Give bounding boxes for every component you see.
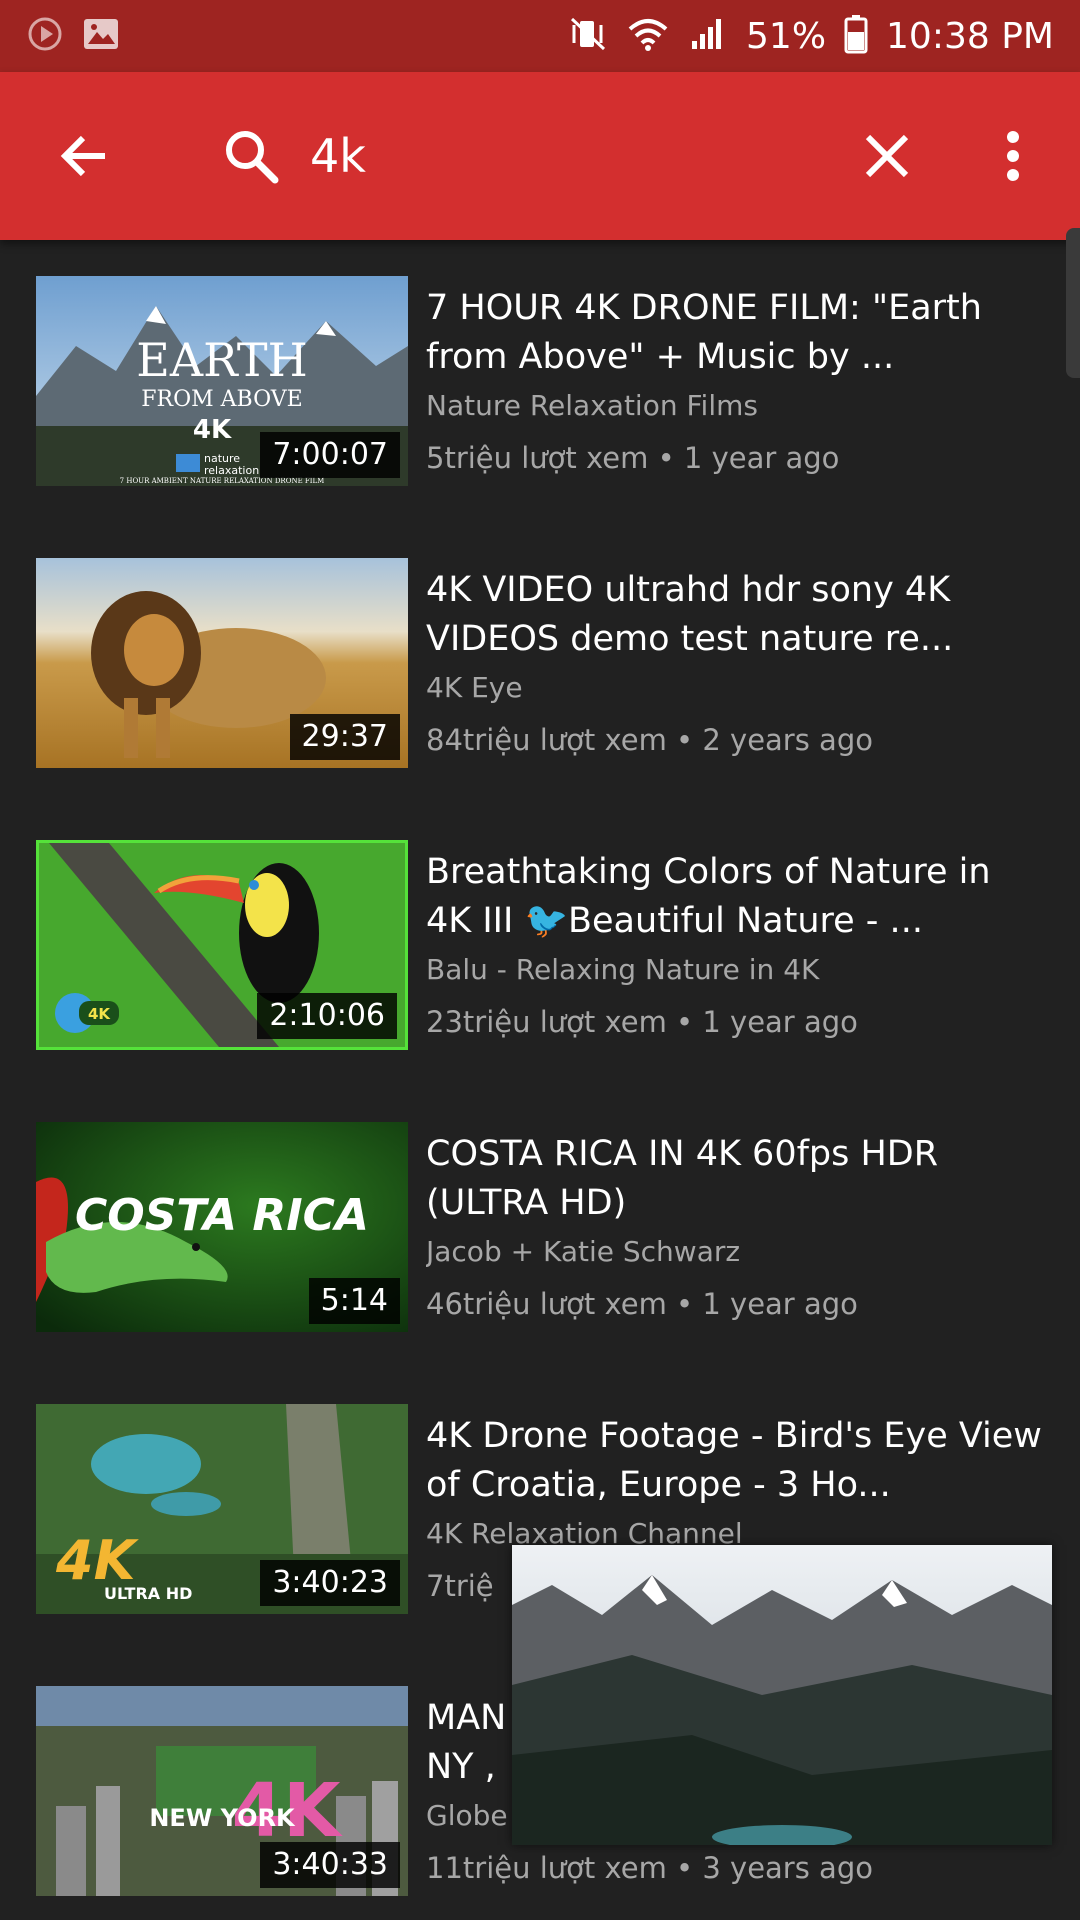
- video-result[interactable]: 4K 2:10:06 Breathtaking Colors of Nature…: [0, 840, 1080, 1050]
- play-circle-icon: [26, 15, 64, 57]
- video-stats: 23triệu lượt xem • 1 year ago: [426, 1005, 858, 1039]
- more-vert-icon[interactable]: [974, 117, 1052, 195]
- video-title[interactable]: COSTA RICA IN 4K 60fps HDR (ULTRA HD): [426, 1130, 1046, 1228]
- video-thumbnail[interactable]: EARTH FROM ABOVE 4K nature relaxation 7 …: [36, 276, 408, 486]
- video-duration: 29:37: [289, 714, 400, 760]
- video-title[interactable]: 4K Drone Footage - Bird's Eye View of Cr…: [426, 1412, 1046, 1510]
- video-meta: Breathtaking Colors of Nature in 4K III …: [426, 840, 1046, 1042]
- video-thumbnail[interactable]: COSTA RICA 5:14: [36, 1122, 408, 1332]
- status-left-icons: [26, 15, 120, 57]
- channel-name: Nature Relaxation Films: [426, 389, 758, 422]
- status-right-icons: 51% 10:38 PM: [568, 14, 1054, 58]
- battery-icon: [844, 14, 868, 58]
- arrow-left-icon[interactable]: [46, 117, 124, 195]
- clock: 10:38 PM: [886, 15, 1054, 57]
- close-icon[interactable]: [848, 117, 926, 195]
- signal-icon: [688, 15, 728, 57]
- thumb-brand-text-2: relaxation: [204, 464, 259, 477]
- mini-player[interactable]: [512, 1545, 1052, 1845]
- video-title[interactable]: 4K VIDEO ultrahd hdr sony 4K VIDEOS demo…: [426, 566, 1046, 664]
- video-title[interactable]: Breathtaking Colors of Nature in 4K III …: [426, 848, 1046, 946]
- channel-name: Balu - Relaxing Nature in 4K: [426, 953, 820, 986]
- video-thumbnail[interactable]: 29:37: [36, 558, 408, 768]
- video-thumbnail[interactable]: 4K 2:10:06: [36, 840, 408, 1050]
- video-duration: 2:10:06: [257, 993, 397, 1039]
- thumb-4k-text: 4K: [193, 415, 232, 445]
- battery-percent: 51%: [746, 15, 827, 57]
- search-query-input[interactable]: 4k: [310, 128, 366, 184]
- search-icon: [212, 117, 290, 195]
- thumb-title-text: COSTA RICA: [75, 1190, 369, 1241]
- video-duration: 3:40:23: [260, 1560, 400, 1606]
- video-thumbnail[interactable]: 4K ULTRA HD 3:40:23: [36, 1404, 408, 1614]
- wifi-icon: [626, 15, 670, 57]
- video-stats: 46triệu lượt xem • 1 year ago: [426, 1287, 858, 1321]
- vibrate-icon: [568, 15, 608, 57]
- video-duration: 5:14: [308, 1278, 400, 1324]
- video-stats: 5triệu lượt xem • 1 year ago: [426, 441, 840, 475]
- thumb-caption-text: 7 HOUR AMBIENT NATURE RELAXATION DRONE F…: [120, 477, 325, 485]
- thumb-4k-text: 4K: [88, 1005, 111, 1023]
- video-duration: 7:00:07: [260, 432, 400, 478]
- video-meta: 7 HOUR 4K DRONE FILM: "Earth from Above"…: [426, 276, 1046, 478]
- thumb-ultrahd-text: ULTRA HD: [104, 1584, 192, 1603]
- video-result[interactable]: EARTH FROM ABOVE 4K nature relaxation 7 …: [0, 276, 1080, 486]
- video-stats: 11triệu lượt xem • 3 years ago: [426, 1851, 873, 1885]
- thumb-title-text: EARTH: [136, 333, 307, 387]
- video-stats: 84triệu lượt xem • 2 years ago: [426, 723, 873, 757]
- thumb-subtitle-text: FROM ABOVE: [141, 387, 302, 412]
- thumb-city-text: NEW YORK: [149, 1804, 296, 1832]
- video-title[interactable]: 7 HOUR 4K DRONE FILM: "Earth from Above"…: [426, 284, 1046, 382]
- video-duration: 3:40:33: [260, 1842, 400, 1888]
- video-meta: 4K VIDEO ultrahd hdr sony 4K VIDEOS demo…: [426, 558, 1046, 760]
- video-meta: COSTA RICA IN 4K 60fps HDR (ULTRA HD) Ja…: [426, 1122, 1046, 1324]
- video-result[interactable]: 29:37 4K VIDEO ultrahd hdr sony 4K VIDEO…: [0, 558, 1080, 768]
- channel-name: 4K Eye: [426, 671, 523, 704]
- thumb-4k-text: 4K: [55, 1529, 140, 1592]
- image-icon: [82, 17, 120, 55]
- search-toolbar: 4k: [0, 72, 1080, 240]
- video-result[interactable]: COSTA RICA 5:14 COSTA RICA IN 4K 60fps H…: [0, 1122, 1080, 1332]
- video-thumbnail[interactable]: 4K NEW YORK 3:40:33: [36, 1686, 408, 1896]
- status-bar: 51% 10:38 PM: [0, 0, 1080, 72]
- channel-name: Jacob + Katie Schwarz: [426, 1235, 741, 1268]
- mini-player-video[interactable]: [512, 1545, 1052, 1845]
